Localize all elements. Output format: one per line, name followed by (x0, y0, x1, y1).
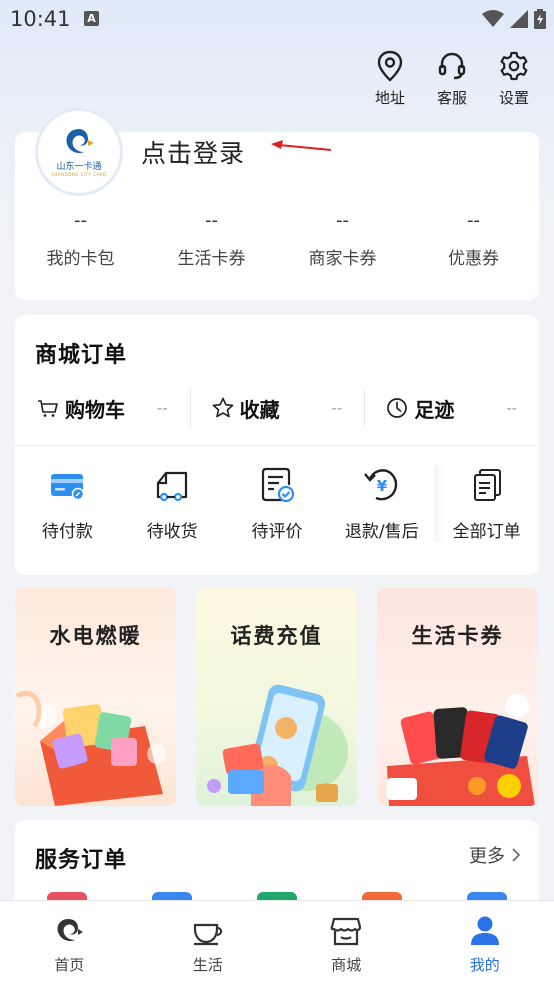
stat-value: -- (336, 210, 349, 231)
person-icon (470, 916, 499, 945)
shortcut-label: 足迹 (414, 397, 455, 422)
gear-icon (500, 51, 528, 81)
clock-icon (387, 398, 408, 418)
nav-label: 首页 (54, 956, 85, 974)
order-refund-aftersales[interactable]: ¥ 退款/售后 (329, 465, 434, 542)
top-actions: 地址 客服 设置 (370, 50, 534, 108)
nav-mine[interactable]: 我的 (416, 901, 554, 984)
order-pending-review[interactable]: 待评价 (225, 465, 330, 542)
stat-merchant-coupons[interactable]: -- 商家卡券 (277, 210, 408, 269)
shortcut-count: -- (506, 399, 518, 417)
stat-label: 生活卡券 (177, 249, 246, 269)
status-bar: 10:41 A (0, 0, 554, 40)
nav-home[interactable]: 首页 (0, 901, 139, 984)
stat-my-card-wallet[interactable]: -- 我的卡包 (15, 210, 146, 269)
customer-service-label: 客服 (436, 89, 467, 107)
headset-icon (438, 52, 466, 80)
shortcut-label: 收藏 (239, 397, 280, 422)
order-status-label: 待评价 (251, 522, 303, 542)
divider (15, 445, 539, 446)
tile-title: 水电燃暖 (49, 624, 142, 648)
stat-discount-coupons[interactable]: -- 优惠券 (408, 210, 539, 269)
shortcut-label: 购物车 (65, 397, 125, 422)
cart-icon (38, 400, 58, 417)
order-status-label: 全部订单 (452, 522, 521, 542)
home-logo-icon (57, 919, 84, 942)
profile-card: 山东一卡通 SHANDONG CITY CARD 点击登录 -- 我的卡包 --… (15, 108, 539, 300)
tile-phone-recharge[interactable]: 话费充值 (196, 588, 357, 806)
order-all-orders[interactable]: 全部订单 (434, 465, 539, 542)
nav-label: 商城 (331, 956, 362, 974)
mall-orders-card: 商城订单 购物车 -- 收藏 -- 足迹 -- 待付款 待收货 待评价 ¥ 退款… (15, 315, 539, 575)
stat-label: 商家卡券 (308, 249, 377, 269)
stat-value: -- (205, 210, 218, 231)
nav-label: 生活 (192, 956, 223, 974)
stat-life-coupons[interactable]: -- 生活卡券 (146, 210, 277, 269)
location-pin-icon (377, 50, 403, 82)
settings-button[interactable]: 设置 (494, 50, 534, 108)
settings-label: 设置 (498, 89, 529, 107)
star-icon (212, 397, 234, 418)
tile-utilities[interactable]: 水电燃暖 (15, 588, 176, 806)
review-document-icon (261, 467, 295, 503)
credit-card-icon (51, 474, 85, 501)
customer-service-button[interactable]: 客服 (432, 50, 472, 108)
address-button[interactable]: 地址 (370, 50, 410, 108)
coupon-cards-illustration (387, 694, 535, 806)
system-icons (482, 9, 546, 29)
battery-icon (534, 9, 546, 29)
address-label: 地址 (374, 89, 405, 107)
stat-value: -- (74, 210, 87, 231)
tile-title: 话费充值 (230, 624, 323, 648)
signal-icon (510, 10, 528, 28)
shortcut-favorites[interactable]: 收藏 -- (189, 389, 365, 427)
all-orders-icon (473, 469, 501, 501)
order-status-row: 待付款 待收货 待评价 ¥ 退款/售后 全部订单 (15, 465, 539, 542)
chevron-right-icon (512, 848, 521, 862)
stat-value: -- (467, 210, 480, 231)
bottom-nav: 首页 生活 商城 我的 (0, 900, 554, 984)
mall-shortcuts: 购物车 -- 收藏 -- 足迹 -- (15, 389, 539, 427)
profile-stats: -- 我的卡包 -- 生活卡券 -- 商家卡券 -- 优惠券 (15, 210, 539, 269)
delivery-truck-icon (157, 471, 188, 502)
wifi-icon (482, 10, 504, 27)
notification-icon: A (84, 11, 99, 26)
logo-subtext: SHANDONG CITY CARD (51, 172, 107, 177)
nav-mall[interactable]: 商城 (277, 901, 416, 984)
shortcut-cart[interactable]: 购物车 -- (15, 391, 190, 425)
shortcut-count: -- (156, 399, 168, 417)
coffee-cup-icon (193, 923, 222, 946)
order-status-label: 退款/售后 (344, 522, 419, 542)
status-time: 10:41 (10, 7, 71, 31)
store-icon (330, 917, 362, 946)
refund-icon: ¥ (363, 469, 397, 501)
stat-label: 我的卡包 (46, 249, 115, 269)
shandong-card-logo-icon (66, 129, 94, 154)
svg-text:¥: ¥ (377, 477, 388, 495)
avatar[interactable]: 山东一卡通 SHANDONG CITY CARD (35, 108, 123, 196)
logo-text: 山东一卡通 (56, 162, 102, 172)
red-arrow-annotation (271, 140, 332, 151)
nav-life[interactable]: 生活 (139, 901, 278, 984)
service-orders-title: 服务订单 (35, 848, 128, 873)
order-pending-receipt[interactable]: 待收货 (120, 465, 225, 542)
nav-label: 我的 (469, 956, 500, 974)
tile-life-coupons[interactable]: 生活卡券 (377, 588, 538, 806)
login-link[interactable]: 点击登录 (141, 134, 245, 170)
tile-title: 生活卡券 (411, 624, 504, 648)
gift-box-illustration (15, 690, 167, 806)
shortcut-history[interactable]: 足迹 -- (364, 389, 539, 427)
more-link[interactable]: 更多 (469, 842, 521, 868)
order-status-label: 待付款 (41, 522, 93, 542)
service-tiles: 水电燃暖 话费充值 生活卡券 (15, 588, 539, 806)
order-status-label: 待收货 (146, 522, 198, 542)
order-pending-payment[interactable]: 待付款 (15, 465, 120, 542)
phone-recharge-illustration (207, 684, 348, 806)
more-label: 更多 (469, 846, 505, 867)
mall-orders-title: 商城订单 (35, 343, 128, 368)
stat-label: 优惠券 (448, 249, 499, 269)
shortcut-count: -- (331, 399, 343, 417)
